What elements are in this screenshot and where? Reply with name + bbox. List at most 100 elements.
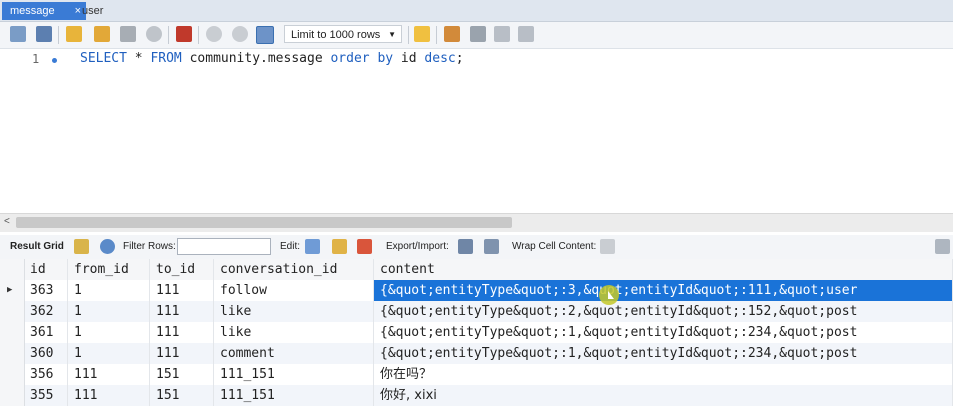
table-row[interactable]: 360 1 111 comment {&quot;entityType&quot… bbox=[0, 343, 953, 364]
stop-icon[interactable] bbox=[146, 26, 162, 42]
cell-conversation-id[interactable]: like bbox=[214, 301, 374, 322]
folder-icon[interactable] bbox=[10, 26, 26, 42]
refresh-icon[interactable] bbox=[100, 239, 115, 254]
import-icon[interactable] bbox=[484, 239, 499, 254]
scrollbar-thumb[interactable] bbox=[16, 217, 512, 228]
cell-to-id[interactable]: 151 bbox=[150, 364, 214, 385]
result-grid-toolbar: Result Grid Filter Rows: Edit: Export/Im… bbox=[0, 235, 953, 260]
cell-conversation-id[interactable]: comment bbox=[214, 343, 374, 364]
filter-rows-input[interactable] bbox=[177, 238, 271, 255]
sql-editor-toolbar: Limit to 1000 rows ▼ bbox=[0, 22, 953, 49]
column-header-from-id[interactable]: from_id bbox=[68, 259, 150, 280]
cell-to-id[interactable]: 111 bbox=[150, 343, 214, 364]
cell-to-id[interactable]: 111 bbox=[150, 322, 214, 343]
cell-from-id[interactable]: 1 bbox=[68, 301, 150, 322]
export-icon[interactable] bbox=[458, 239, 473, 254]
table-row[interactable]: 355 111 151 111_151 你好, xixi bbox=[0, 385, 953, 406]
cell-conversation-id[interactable]: follow bbox=[214, 280, 374, 301]
row-selector[interactable] bbox=[0, 322, 25, 343]
cell-from-id[interactable]: 111 bbox=[68, 364, 150, 385]
row-header-corner bbox=[0, 259, 25, 280]
column-header-conversation-id[interactable]: conversation_id bbox=[214, 259, 374, 280]
cell-id[interactable]: 360 bbox=[24, 343, 68, 364]
toolbar-divider bbox=[198, 26, 199, 44]
cell-id[interactable]: 362 bbox=[24, 301, 68, 322]
lightning-cursor-icon[interactable] bbox=[94, 26, 110, 42]
stop-on-error-icon[interactable] bbox=[176, 26, 192, 42]
row-selector[interactable] bbox=[0, 301, 25, 322]
cell-conversation-id[interactable]: 111_151 bbox=[214, 385, 374, 406]
cell-conversation-id[interactable]: 111_151 bbox=[214, 364, 374, 385]
cell-from-id[interactable]: 1 bbox=[68, 343, 150, 364]
wrap-cell-icon[interactable] bbox=[600, 239, 615, 254]
row-selector[interactable]: ▶ bbox=[0, 280, 25, 301]
column-header-to-id[interactable]: to_id bbox=[150, 259, 214, 280]
wrap-icon[interactable] bbox=[518, 26, 534, 42]
row-selector[interactable] bbox=[0, 385, 25, 406]
table-row[interactable]: 361 1 111 like {&quot;entityType&quot;:1… bbox=[0, 322, 953, 343]
tab-user[interactable]: user bbox=[74, 2, 111, 20]
table-row[interactable]: 356 111 151 111_151 你在吗？ bbox=[0, 364, 953, 385]
beautify-icon[interactable] bbox=[444, 26, 460, 42]
find-icon[interactable] bbox=[470, 26, 486, 42]
grid-layout-icon[interactable] bbox=[74, 239, 89, 254]
delete-row-icon[interactable] bbox=[357, 239, 372, 254]
cell-from-id[interactable]: 1 bbox=[68, 280, 150, 301]
magnifier-icon[interactable] bbox=[120, 26, 136, 42]
row-selector[interactable] bbox=[0, 343, 25, 364]
rollback-icon[interactable] bbox=[232, 26, 248, 42]
wrap-cell-content-label: Wrap Cell Content: bbox=[512, 241, 597, 252]
sql-editor[interactable]: 1 SELECT * FROM community.message order … bbox=[0, 49, 953, 212]
statement-marker-icon bbox=[52, 58, 57, 63]
invisible-chars-icon[interactable] bbox=[494, 26, 510, 42]
column-chooser-icon[interactable] bbox=[935, 239, 950, 254]
sql-keyword: FROM bbox=[150, 51, 182, 66]
add-row-icon[interactable] bbox=[332, 239, 347, 254]
export-import-label: Export/Import: bbox=[386, 241, 449, 252]
sql-token: * bbox=[126, 51, 151, 66]
column-header-content[interactable]: content bbox=[374, 259, 953, 280]
sql-keyword: order by bbox=[330, 51, 394, 66]
line-number: 1 bbox=[32, 52, 40, 66]
limit-rows-value: Limit to 1000 rows bbox=[291, 29, 381, 41]
table-row[interactable]: ▶ 363 1 111 follow {&quot;entityType&quo… bbox=[0, 280, 953, 301]
cell-id[interactable]: 363 bbox=[24, 280, 68, 301]
cell-from-id[interactable]: 1 bbox=[68, 322, 150, 343]
editor-horizontal-scrollbar[interactable]: < bbox=[0, 213, 953, 232]
sql-token: id bbox=[393, 51, 425, 66]
tab-label: message bbox=[10, 5, 55, 17]
save-icon[interactable] bbox=[36, 26, 52, 42]
toolbar-divider bbox=[436, 26, 437, 44]
cell-content[interactable]: 你在吗？ bbox=[374, 364, 953, 385]
result-grid-label[interactable]: Result Grid bbox=[10, 241, 64, 252]
edit-row-icon[interactable] bbox=[305, 239, 320, 254]
cell-id[interactable]: 361 bbox=[24, 322, 68, 343]
row-selector[interactable] bbox=[0, 364, 25, 385]
cell-from-id[interactable]: 111 bbox=[68, 385, 150, 406]
cell-id[interactable]: 356 bbox=[24, 364, 68, 385]
cell-id[interactable]: 355 bbox=[24, 385, 68, 406]
star-add-icon[interactable] bbox=[414, 26, 430, 42]
commit-icon[interactable] bbox=[206, 26, 222, 42]
cell-content[interactable]: {&quot;entityType&quot;:1,&quot;entityId… bbox=[374, 322, 953, 343]
column-header-id[interactable]: id bbox=[24, 259, 68, 280]
cell-to-id[interactable]: 111 bbox=[150, 301, 214, 322]
toolbar-divider bbox=[408, 26, 409, 44]
sql-query-text[interactable]: SELECT * FROM community.message order by… bbox=[80, 51, 464, 66]
scroll-left-icon[interactable]: < bbox=[4, 216, 10, 227]
table-row[interactable]: 362 1 111 like {&quot;entityType&quot;:2… bbox=[0, 301, 953, 322]
cell-to-id[interactable]: 151 bbox=[150, 385, 214, 406]
toolbar-divider bbox=[168, 26, 169, 44]
cell-content[interactable]: {&quot;entityType&quot;:2,&quot;entityId… bbox=[374, 301, 953, 322]
cell-content-selected[interactable]: {&quot;entityType&quot;:3,&quot;entityId… bbox=[374, 280, 953, 301]
cell-to-id[interactable]: 111 bbox=[150, 280, 214, 301]
cell-content[interactable]: 你好, xixi bbox=[374, 385, 953, 406]
edit-label: Edit: bbox=[280, 241, 301, 252]
cell-content[interactable]: {&quot;entityType&quot;:1,&quot;entityId… bbox=[374, 343, 953, 364]
limit-rows-select[interactable]: Limit to 1000 rows ▼ bbox=[284, 25, 402, 43]
sql-keyword: desc bbox=[424, 51, 456, 66]
cell-conversation-id[interactable]: like bbox=[214, 322, 374, 343]
autocommit-icon[interactable] bbox=[256, 26, 274, 44]
chevron-down-icon: ▼ bbox=[388, 30, 396, 39]
lightning-icon[interactable] bbox=[66, 26, 82, 42]
